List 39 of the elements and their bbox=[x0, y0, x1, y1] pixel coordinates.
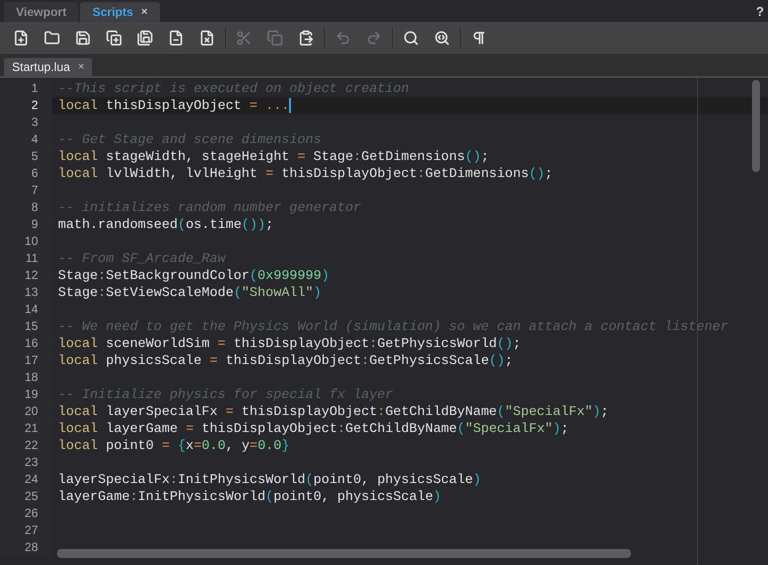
close-icon[interactable]: × bbox=[141, 4, 148, 20]
text-caret bbox=[289, 98, 292, 113]
code-line: Stage:SetBackgroundColor(0x999999) bbox=[58, 267, 330, 284]
code-line: Stage:SetViewScaleMode("ShowAll") bbox=[58, 284, 322, 301]
code-line: local layerSpecialFx = thisDisplayObject:GetChildByName("SpecialFx"); bbox=[58, 403, 609, 420]
code-line: local point0 = {x=0.0, y=0.0} bbox=[58, 437, 290, 454]
file-minus-icon[interactable] bbox=[167, 29, 185, 47]
vertical-scrollbar[interactable] bbox=[752, 80, 760, 172]
document-tab[interactable]: Startup.lua × bbox=[4, 58, 92, 76]
code-line: local stageWidth, stageHeight = Stage:GetDimensions(); bbox=[58, 148, 489, 165]
code-line: local thisDisplayObject = ... bbox=[58, 97, 290, 114]
code-line: math.randomseed(os.time()); bbox=[58, 216, 274, 233]
search-icon[interactable] bbox=[402, 29, 420, 47]
paste-icon[interactable] bbox=[297, 29, 315, 47]
help-button[interactable]: ? bbox=[756, 2, 764, 22]
code-line: local sceneWorldSim = thisDisplayObject:GetPhysicsWorld(); bbox=[58, 335, 521, 352]
code-line: local physicsScale = thisDisplayObject:GetPhysicsScale(); bbox=[58, 352, 513, 369]
panel-tab[interactable]: Viewport bbox=[4, 2, 78, 22]
code-line: -- We need to get the Physics World (simulation) so we can attach a contact listener bbox=[58, 318, 728, 335]
save-all-icon[interactable] bbox=[136, 29, 154, 47]
panel-tab[interactable]: Scripts × bbox=[80, 2, 160, 22]
code-line: -- From SF_Arcade_Raw bbox=[58, 250, 226, 267]
close-icon[interactable]: × bbox=[78, 58, 84, 76]
horizontal-scrollbar[interactable] bbox=[57, 549, 631, 558]
save-plus-icon[interactable] bbox=[105, 29, 123, 47]
code-line: layerGame:InitPhysicsWorld(point0, physicsScale) bbox=[58, 488, 442, 505]
code-line: local lvlWidth, lvlHeight = thisDisplayObject:GetDimensions(); bbox=[58, 165, 553, 182]
search-replace-icon[interactable] bbox=[433, 29, 451, 47]
code-line: --This script is executed on object creation bbox=[58, 80, 410, 97]
code-line: -- initializes random number generator bbox=[58, 199, 362, 216]
code-line: -- Get Stage and scene dimensions bbox=[58, 131, 322, 148]
code-line: local layerGame = thisDisplayObject:GetChildByName("SpecialFx"); bbox=[58, 420, 569, 437]
code-line: layerSpecialFx:InitPhysicsWorld(point0, physicsScale) bbox=[58, 471, 481, 488]
save-icon[interactable] bbox=[74, 29, 92, 47]
file-plus-icon[interactable] bbox=[12, 29, 30, 47]
line-number: 2 bbox=[0, 97, 52, 114]
folder-icon[interactable] bbox=[43, 29, 61, 47]
file-remove-icon[interactable] bbox=[198, 29, 216, 47]
code-line: -- Initialize physics for special fx layer bbox=[58, 386, 394, 403]
